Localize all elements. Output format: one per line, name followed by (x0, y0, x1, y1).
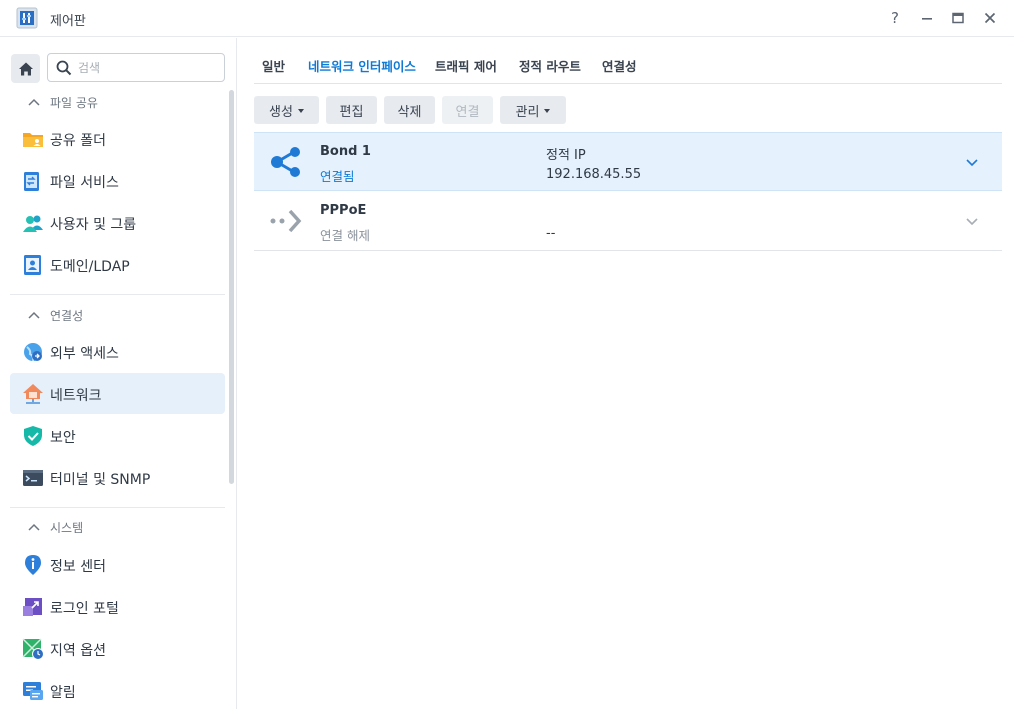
sidebar-item-login-portal[interactable]: 로그인 포털 (10, 586, 225, 627)
close-icon (984, 12, 996, 24)
sidebar: 파일 공유 공유 폴더 파일 서비스 사용자 및 그룹 도메인/LDAP (0, 38, 237, 709)
section-header-system[interactable]: 시스템 (10, 515, 225, 539)
chevron-down-icon[interactable] (965, 214, 979, 228)
chevron-up-icon (28, 98, 40, 106)
search-icon (56, 60, 72, 76)
minimize-button[interactable] (917, 8, 937, 28)
delete-button[interactable]: 삭제 (384, 96, 435, 124)
sidebar-item-label: 외부 액세스 (50, 346, 119, 362)
manage-button[interactable]: 관리 (500, 96, 566, 124)
home-button[interactable] (11, 54, 40, 83)
chevron-up-icon (28, 311, 40, 319)
interface-ip-address: -- (546, 226, 556, 241)
sidebar-item-external-access[interactable]: 외부 액세스 (10, 331, 225, 372)
info-center-icon (25, 555, 41, 575)
sidebar-item-shared-folder[interactable]: 공유 폴더 (10, 118, 225, 159)
sidebar-item-security[interactable]: 보안 (10, 415, 225, 456)
external-access-icon (24, 343, 42, 362)
close-button[interactable] (980, 8, 1000, 28)
connect-button[interactable]: 연결 (442, 96, 493, 124)
window-title: 제어판 (50, 14, 86, 29)
sidebar-item-regional-options[interactable]: 지역 옵션 (10, 628, 225, 669)
help-button[interactable]: ? (885, 8, 905, 28)
manage-button-label: 관리 (515, 104, 540, 120)
login-portal-icon (23, 598, 42, 616)
sidebar-item-users-groups[interactable]: 사용자 및 그룹 (10, 202, 225, 243)
tab-connectivity[interactable]: 연결성 (602, 56, 637, 75)
network-icon (23, 384, 43, 404)
sidebar-item-info-center[interactable]: 정보 센터 (10, 544, 225, 585)
sidebar-item-terminal-snmp[interactable]: 터미널 및 SNMP (10, 457, 225, 498)
interface-name: Bond 1 (320, 144, 371, 159)
security-shield-icon (24, 426, 42, 446)
caret-down-icon (297, 109, 304, 113)
sidebar-item-network[interactable]: 네트워크 (10, 373, 225, 414)
sidebar-item-label: 네트워크 (50, 388, 102, 404)
terminal-icon (23, 470, 43, 486)
caret-down-icon (544, 109, 551, 113)
sidebar-item-label: 공유 폴더 (50, 133, 106, 149)
tab-general[interactable]: 일반 (262, 56, 285, 75)
chevron-down-icon[interactable] (965, 155, 979, 169)
section-title: 시스템 (50, 520, 84, 535)
notification-icon (23, 682, 43, 700)
tab-traffic-control[interactable]: 트래픽 제어 (435, 56, 497, 75)
minimize-icon (922, 18, 932, 20)
control-panel-app-icon (16, 7, 38, 29)
section-header-file-sharing[interactable]: 파일 공유 (10, 90, 225, 114)
tab-network-interface[interactable]: 네트워크 인터페이스 (308, 56, 416, 75)
tab-static-route[interactable]: 정적 라우트 (519, 56, 581, 75)
sidebar-item-label: 도메인/LDAP (50, 259, 130, 275)
interface-row[interactable]: Bond 1 연결됨 정적 IP 192.168.45.55 (254, 132, 1002, 191)
sidebar-item-label: 지역 옵션 (50, 643, 106, 659)
section-header-connectivity[interactable]: 연결성 (10, 303, 225, 327)
interface-name: PPPoE (320, 203, 367, 218)
users-groups-icon (23, 215, 43, 232)
sidebar-item-label: 로그인 포털 (50, 601, 119, 617)
home-icon (18, 62, 33, 75)
chevron-up-icon (28, 523, 40, 531)
bond-share-icon (271, 147, 300, 177)
create-button[interactable]: 생성 (254, 96, 319, 124)
pppoe-arrow-icon (270, 209, 302, 233)
sidebar-item-label: 파일 서비스 (50, 175, 119, 191)
interface-ip-address: 192.168.45.55 (546, 167, 642, 182)
interface-status: 연결됨 (320, 169, 355, 184)
edit-button[interactable]: 편집 (326, 96, 377, 124)
regional-options-icon (22, 638, 44, 660)
search-input[interactable] (78, 58, 218, 78)
interface-status: 연결 해제 (320, 228, 370, 243)
sidebar-item-label: 사용자 및 그룹 (50, 217, 137, 233)
title-bar: 제어판 ? (0, 0, 1014, 37)
section-divider (10, 294, 225, 295)
interface-row[interactable]: PPPoE 연결 해제 -- (254, 192, 1002, 251)
section-title: 파일 공유 (50, 95, 98, 110)
file-services-icon (24, 172, 39, 191)
section-divider (10, 507, 225, 508)
sidebar-item-file-services[interactable]: 파일 서비스 (10, 160, 225, 201)
sidebar-item-label: 알림 (50, 685, 76, 701)
sidebar-item-label: 터미널 및 SNMP (50, 472, 151, 488)
main-panel: 일반 네트워크 인터페이스 트래픽 제어 정적 라우트 연결성 생성 편집 삭제… (238, 38, 1014, 709)
sidebar-item-domain-ldap[interactable]: 도메인/LDAP (10, 244, 225, 285)
sidebar-item-notification[interactable]: 알림 (10, 670, 225, 709)
maximize-icon (952, 12, 964, 24)
sidebar-item-label: 보안 (50, 430, 76, 446)
search-box (47, 53, 225, 82)
sidebar-scrollbar[interactable] (229, 90, 234, 484)
domain-ldap-icon (24, 255, 41, 275)
tab-bar: 일반 네트워크 인터페이스 트래픽 제어 정적 라우트 연결성 (254, 38, 1002, 84)
create-button-label: 생성 (269, 104, 293, 120)
maximize-button[interactable] (948, 8, 968, 28)
sidebar-item-label: 정보 센터 (50, 559, 106, 575)
shared-folder-icon (23, 133, 43, 147)
interface-ip-type: 정적 IP (546, 148, 586, 163)
section-title: 연결성 (50, 308, 84, 323)
